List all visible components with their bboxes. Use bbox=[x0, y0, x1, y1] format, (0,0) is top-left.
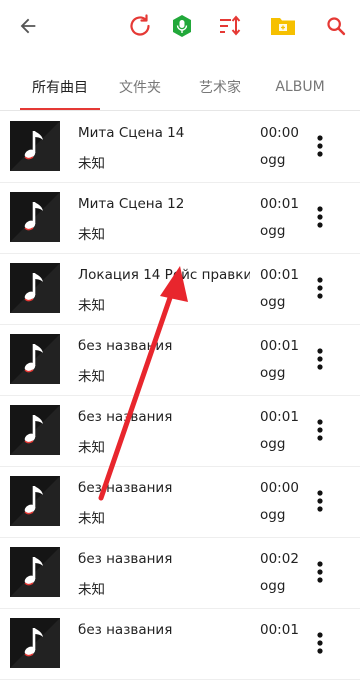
voice-search-button[interactable] bbox=[164, 10, 200, 46]
more-vertical-icon bbox=[317, 277, 323, 303]
track-row[interactable]: без названия 未知 00:02 ogg bbox=[0, 538, 360, 609]
track-artist: 未知 bbox=[78, 156, 105, 172]
album-art-thumbnail bbox=[10, 618, 60, 668]
track-duration: 00:01 bbox=[260, 338, 299, 354]
track-title: без названия bbox=[78, 409, 173, 425]
more-options-button[interactable] bbox=[308, 560, 332, 588]
track-artist: 未知 bbox=[78, 298, 105, 314]
track-format: ogg bbox=[260, 365, 286, 381]
more-vertical-icon bbox=[317, 419, 323, 445]
microphone-badge-icon bbox=[169, 13, 195, 43]
track-duration: 00:00 bbox=[260, 480, 299, 496]
tab-album[interactable]: ALBUM bbox=[266, 64, 334, 110]
track-format: ogg bbox=[260, 294, 286, 310]
arrow-left-icon bbox=[17, 15, 39, 41]
track-row[interactable]: Локация 14 Рейс правки 未知 00:01 ogg bbox=[0, 254, 360, 325]
more-options-button[interactable] bbox=[308, 418, 332, 446]
track-row[interactable]: без названия 未知 00:01 ogg bbox=[0, 396, 360, 467]
more-options-button[interactable] bbox=[308, 134, 332, 162]
track-artist: 未知 bbox=[78, 440, 105, 456]
refresh-icon bbox=[126, 12, 154, 44]
more-vertical-icon bbox=[317, 206, 323, 232]
track-title: Мита Сцена 12 bbox=[78, 196, 185, 212]
track-format: ogg bbox=[260, 152, 286, 168]
album-art-thumbnail bbox=[10, 263, 60, 313]
more-vertical-icon bbox=[317, 348, 323, 374]
divider bbox=[0, 110, 360, 111]
track-format: ogg bbox=[260, 507, 286, 523]
more-vertical-icon bbox=[317, 135, 323, 161]
album-art-thumbnail bbox=[10, 192, 60, 242]
track-duration: 00:01 bbox=[260, 196, 299, 212]
track-format: ogg bbox=[260, 436, 286, 452]
more-options-button[interactable] bbox=[308, 276, 332, 304]
refresh-button[interactable] bbox=[122, 10, 158, 46]
more-options-button[interactable] bbox=[308, 489, 332, 517]
track-title: без названия bbox=[78, 480, 173, 496]
more-options-button[interactable] bbox=[308, 631, 332, 659]
sort-icon bbox=[218, 14, 242, 42]
track-artist: 未知 bbox=[78, 369, 105, 385]
album-art-thumbnail bbox=[10, 547, 60, 597]
more-options-button[interactable] bbox=[308, 205, 332, 233]
track-title: без названия bbox=[78, 622, 173, 638]
track-artist: 未知 bbox=[78, 511, 105, 527]
track-row[interactable]: Мита Сцена 12 未知 00:01 ogg bbox=[0, 183, 360, 254]
track-format: ogg bbox=[260, 223, 286, 239]
track-duration: 00:02 bbox=[260, 551, 299, 567]
tab-bar: 所有曲目 文件夹 艺术家 ALBUM bbox=[0, 64, 360, 110]
more-vertical-icon bbox=[317, 632, 323, 658]
track-duration: 00:01 bbox=[260, 622, 299, 638]
folder-icon bbox=[270, 14, 296, 42]
track-duration: 00:01 bbox=[260, 267, 299, 283]
album-art-thumbnail bbox=[10, 405, 60, 455]
search-button[interactable] bbox=[318, 10, 354, 46]
toolbar bbox=[0, 0, 360, 56]
search-icon bbox=[325, 15, 347, 41]
sort-button[interactable] bbox=[212, 10, 248, 46]
more-vertical-icon bbox=[317, 561, 323, 587]
album-art-thumbnail bbox=[10, 334, 60, 384]
track-format: ogg bbox=[260, 578, 286, 594]
folder-button[interactable] bbox=[265, 10, 301, 46]
track-duration: 00:00 bbox=[260, 125, 299, 141]
tab-folders[interactable]: 文件夹 bbox=[104, 64, 176, 110]
track-row[interactable]: без названия 00:01 bbox=[0, 609, 360, 680]
track-row[interactable]: без названия 未知 00:00 ogg bbox=[0, 467, 360, 538]
track-title: без названия bbox=[78, 551, 173, 567]
tab-all-tracks[interactable]: 所有曲目 bbox=[20, 64, 100, 110]
album-art-thumbnail bbox=[10, 121, 60, 171]
track-duration: 00:01 bbox=[260, 409, 299, 425]
track-title: Мита Сцена 14 bbox=[78, 125, 185, 141]
track-row[interactable]: Мита Сцена 14 未知 00:00 ogg bbox=[0, 112, 360, 183]
album-art-thumbnail bbox=[10, 476, 60, 526]
track-artist: 未知 bbox=[78, 582, 105, 598]
tab-artists[interactable]: 艺术家 bbox=[184, 64, 256, 110]
more-vertical-icon bbox=[317, 490, 323, 516]
track-row[interactable]: без названия 未知 00:01 ogg bbox=[0, 325, 360, 396]
track-title: без названия bbox=[78, 338, 173, 354]
more-options-button[interactable] bbox=[308, 347, 332, 375]
track-title: Локация 14 Рейс правки bbox=[78, 267, 250, 283]
track-artist: 未知 bbox=[78, 227, 105, 243]
back-button[interactable] bbox=[10, 10, 46, 46]
